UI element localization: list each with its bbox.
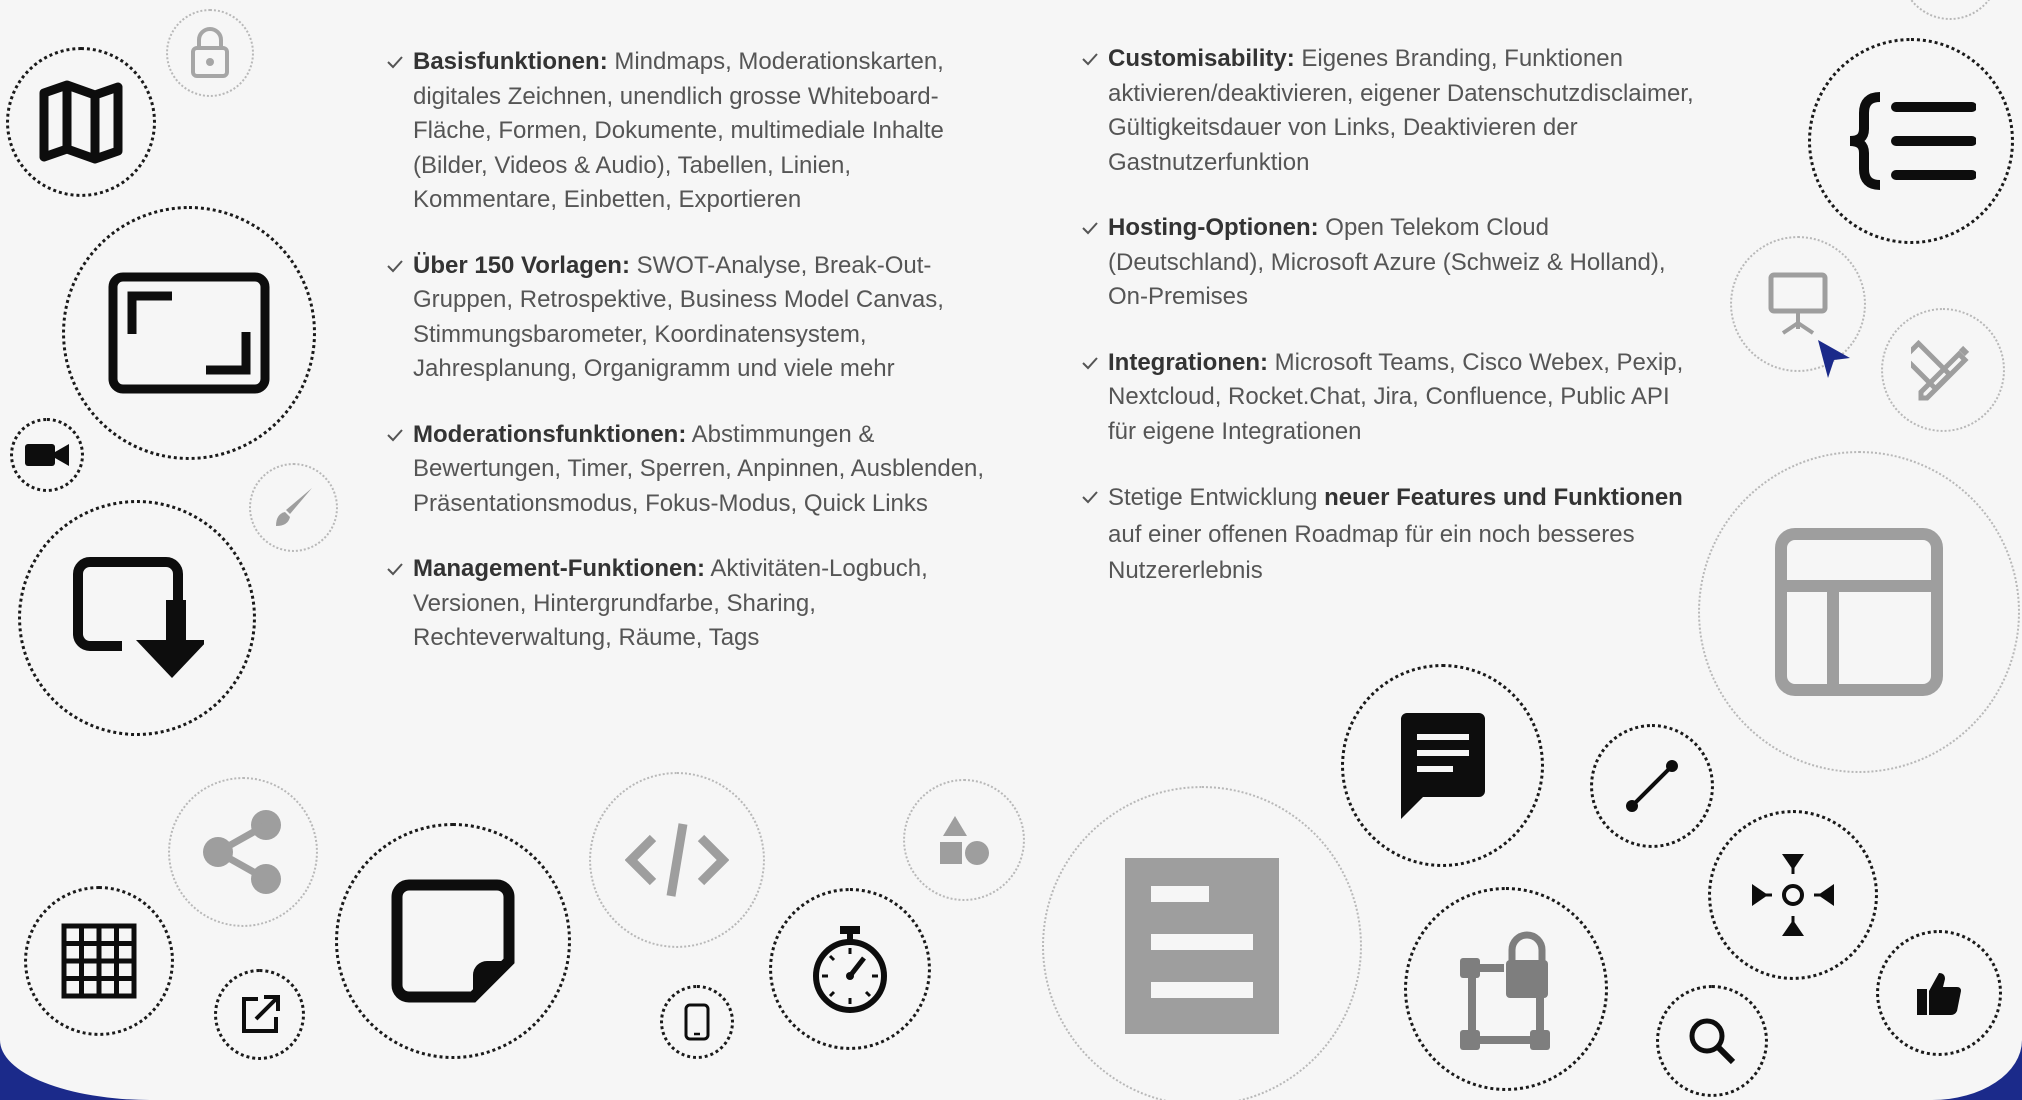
- sticky-note-icon: [391, 879, 515, 1003]
- lock-bubble: [166, 9, 254, 97]
- feature-title: Moderationsfunktionen:: [413, 420, 687, 448]
- design-tools-icon: [1911, 339, 1970, 401]
- share-bubble: [168, 777, 318, 927]
- document-bubble: [1042, 786, 1362, 1100]
- grid-table-icon: [61, 923, 137, 999]
- feature-text: Stetige Entwicklung: [1108, 484, 1325, 511]
- check-icon: [1082, 53, 1098, 66]
- partial-bubble: [1900, 0, 2000, 20]
- video-bubble: [10, 418, 84, 492]
- crop-lock-icon: [1460, 931, 1550, 1050]
- feature-overview-canvas: Basisfunktionen: Mindmaps, Moderationska…: [0, 0, 2022, 1100]
- design-tools-bubble: [1881, 308, 2005, 432]
- check-icon: [1082, 222, 1098, 235]
- check-icon: [1082, 491, 1098, 504]
- check-icon: [387, 563, 403, 576]
- search-icon: [1689, 1018, 1736, 1065]
- feature-item-integrations: Integrationen: Microsoft Teams, Cisco We…: [1081, 346, 1701, 450]
- download-box-icon: [73, 557, 204, 678]
- line-bubble: [1590, 724, 1714, 848]
- feature-title: Hosting-Optionen:: [1108, 214, 1319, 241]
- feature-item-hosting: Hosting-Optionen: Open Telekom Cloud (De…: [1081, 211, 1701, 315]
- external-link-icon: [241, 994, 280, 1033]
- feature-item-templates: Über 150 Vorlagen: SWOT-Analyse, Break-O…: [386, 249, 991, 387]
- brush-icon: [275, 487, 312, 526]
- stopwatch-bubble: [769, 888, 931, 1050]
- feature-title: Basisfunktionen:: [413, 48, 608, 75]
- crop-lock-bubble: [1404, 887, 1608, 1091]
- mindmap-bubble: [1808, 38, 2014, 244]
- feature-text: auf einer offenen Roadmap für ein noch b…: [1108, 520, 1635, 585]
- external-link-bubble: [214, 969, 305, 1060]
- grid-bubble: [24, 886, 174, 1036]
- feature-title: Integrationen:: [1108, 348, 1268, 376]
- check-icon: [1082, 356, 1098, 369]
- presentation-icon: [1768, 272, 1828, 335]
- feature-title: Management-Funktionen:: [413, 555, 705, 582]
- map-bubble: [6, 47, 156, 197]
- mindmap-icon: [1849, 92, 1976, 190]
- layout-bubble: [1698, 451, 2020, 773]
- shapes-icon: [940, 816, 989, 865]
- shapes-bubble: [903, 779, 1025, 901]
- check-icon: [387, 428, 403, 441]
- check-icon: [387, 259, 403, 272]
- left-feature-list: Basisfunktionen: Mindmaps, Moderationska…: [386, 45, 991, 687]
- stopwatch-icon: [813, 926, 887, 1013]
- mouse-cursor-icon: [1818, 340, 1850, 378]
- layout-template-icon: [1775, 528, 1943, 696]
- document-icon: [1125, 858, 1279, 1034]
- brush-bubble: [249, 463, 338, 552]
- focus-icon: [1752, 854, 1834, 936]
- lock-icon: [191, 27, 229, 78]
- share-icon: [203, 810, 281, 894]
- video-camera-icon: [25, 444, 69, 466]
- search-bubble: [1656, 985, 1768, 1097]
- thumbs-up-bubble: [1876, 930, 2002, 1056]
- thumbs-up-icon: [1917, 973, 1961, 1015]
- feature-item-management: Management-Funktionen: Aktivitäten-Logbu…: [386, 552, 991, 656]
- feature-title: Customisability:: [1108, 45, 1295, 72]
- feature-title: Über 150 Vorlagen:: [413, 251, 630, 279]
- fullscreen-icon: [108, 272, 270, 394]
- feature-item-moderation: Moderationsfunktionen: Abstimmungen & Be…: [386, 418, 991, 522]
- feature-item-roadmap: Stetige Entwicklung neuer Features und F…: [1081, 480, 1701, 590]
- code-icon: [625, 823, 729, 897]
- tablet-bubble: [660, 985, 734, 1059]
- code-bubble: [589, 772, 765, 948]
- download-bubble: [18, 500, 256, 736]
- feature-item-basis: Basisfunktionen: Mindmaps, Moderationska…: [386, 45, 991, 218]
- feature-title: neuer Features und Funktionen: [1324, 484, 1683, 511]
- map-icon: [39, 80, 123, 164]
- sticky-note-bubble: [335, 823, 571, 1059]
- tablet-icon: [684, 1003, 710, 1041]
- right-feature-list: Customisability: Eigenes Branding, Funkt…: [1081, 42, 1701, 621]
- line-icon: [1626, 760, 1678, 812]
- comment-icon: [1400, 712, 1485, 819]
- focus-bubble: [1708, 810, 1878, 980]
- check-icon: [387, 56, 403, 69]
- feature-item-customisability: Customisability: Eigenes Branding, Funkt…: [1081, 42, 1701, 180]
- fullscreen-bubble: [62, 206, 316, 460]
- comment-bubble: [1341, 664, 1544, 867]
